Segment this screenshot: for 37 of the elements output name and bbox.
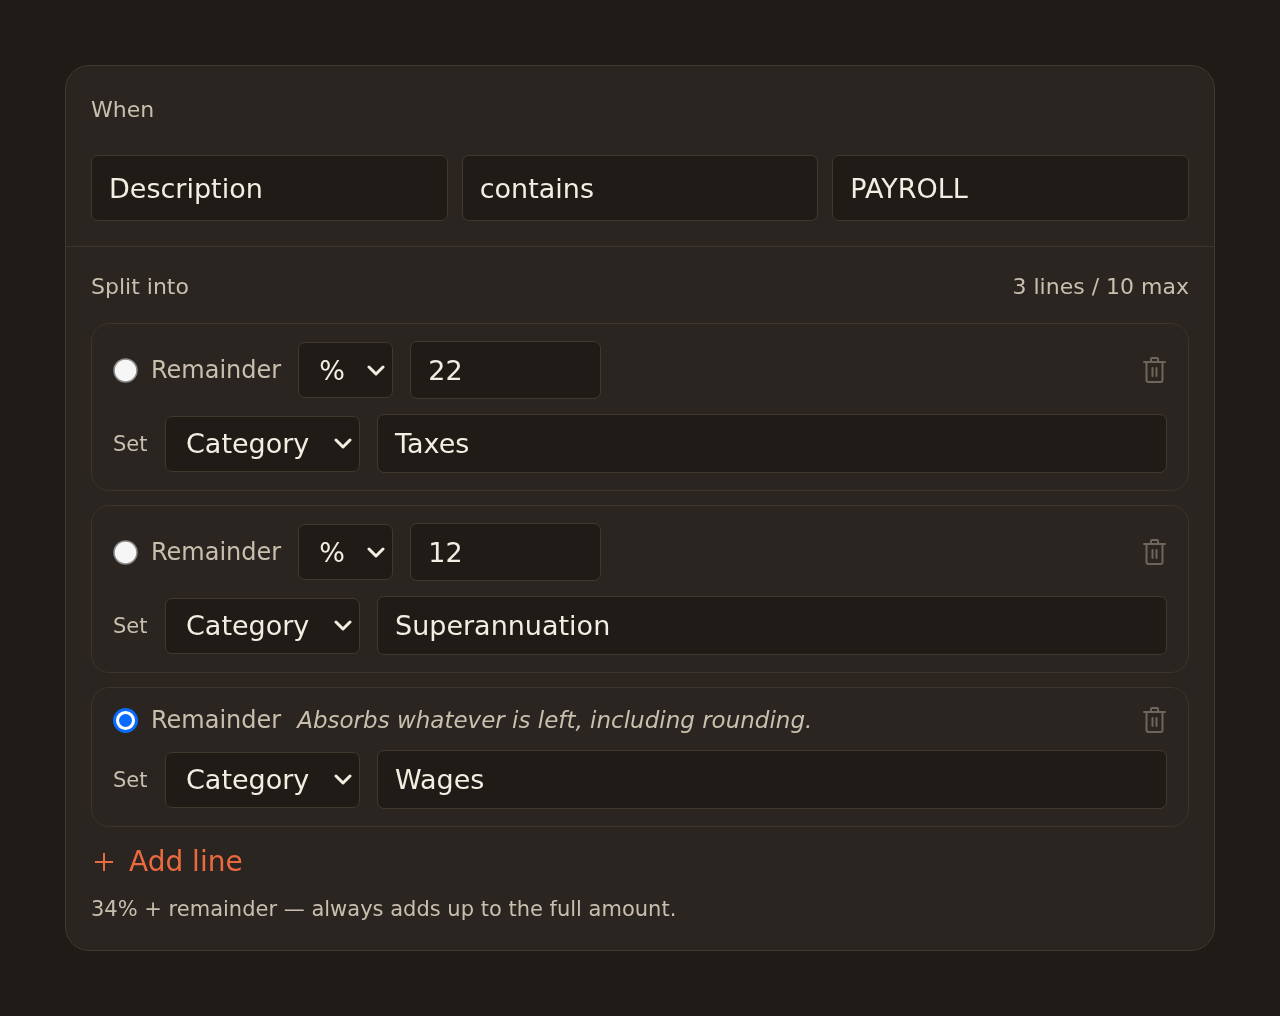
trash-icon[interactable] — [1143, 357, 1166, 383]
unit-select[interactable]: % — [298, 342, 394, 398]
split-summary: 34% + remainder — always adds up to the full amount. — [91, 896, 678, 923]
add-line-button[interactable]: Add line — [91, 845, 243, 879]
trash-icon[interactable] — [1143, 707, 1166, 733]
trash-icon[interactable] — [1143, 539, 1166, 565]
target-select[interactable]: Category — [165, 751, 360, 808]
target-value-input[interactable]: Wages — [377, 750, 1167, 809]
amount-input[interactable]: 12 — [410, 523, 602, 581]
radio-button[interactable] — [113, 707, 138, 733]
chevron-down-icon — [367, 364, 386, 376]
chevron-down-icon — [334, 438, 352, 449]
when-label: When — [91, 96, 156, 124]
set-label: Set — [113, 767, 149, 792]
field-select[interactable]: Description — [91, 155, 448, 221]
target-value-input[interactable]: Taxes — [377, 414, 1167, 473]
plus-icon — [94, 852, 114, 872]
chevron-down-icon — [367, 546, 386, 558]
target-select[interactable]: Category — [165, 597, 360, 654]
radio-button[interactable] — [113, 539, 138, 565]
remainder-note: Absorbs whatever is left, including rounding. — [297, 706, 813, 735]
split-into-label: Split into — [91, 273, 189, 301]
set-label: Set — [113, 613, 149, 638]
value-input[interactable]: PAYROLL — [832, 155, 1189, 221]
remainder-label: Remainder — [151, 705, 282, 735]
remainder-label: Remainder — [151, 355, 282, 385]
radio-button[interactable] — [113, 357, 138, 383]
line-count: 3 lines / 10 max — [1012, 273, 1189, 301]
unit-select[interactable]: % — [298, 524, 394, 580]
target-value-input[interactable]: Superannuation — [377, 596, 1167, 655]
target-select[interactable]: Category — [165, 415, 360, 472]
chevron-down-icon — [334, 620, 352, 631]
operator-select[interactable]: contains — [461, 155, 819, 221]
chevron-down-icon — [334, 774, 352, 785]
amount-input[interactable]: 22 — [410, 341, 602, 399]
set-label: Set — [113, 431, 149, 456]
remainder-label: Remainder — [151, 537, 282, 567]
